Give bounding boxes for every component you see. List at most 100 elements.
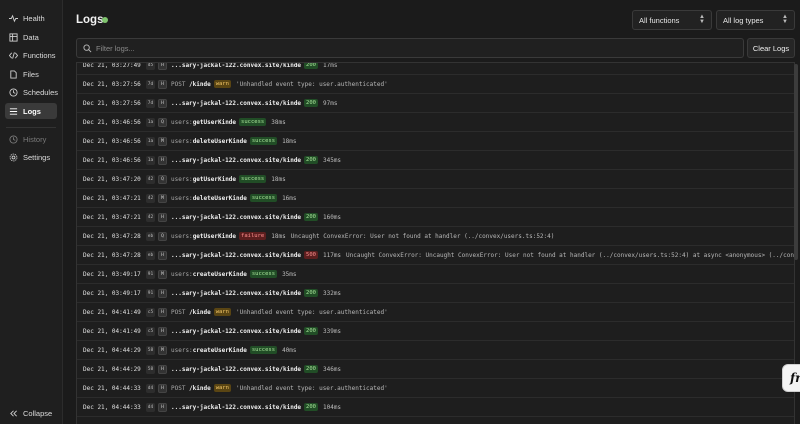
log-row[interactable]: Dec 21, 03:49:17 91 H ...sary-jackal-122.co… (77, 284, 794, 303)
filter-logs-input[interactable] (96, 41, 736, 55)
log-function: ...sary-jackal-122.convex.site/kinde (171, 214, 301, 221)
request-id-badge: c5 (146, 326, 155, 336)
function-type-badge: H (158, 79, 167, 89)
log-status-badge: 200 (304, 213, 318, 221)
log-row[interactable]: Dec 21, 03:49:17 91 Musers:createUserKinde… (77, 265, 794, 284)
log-row[interactable]: Dec 21, 03:47:28 eb H ...sary-jackal-122.co… (77, 246, 794, 265)
log-function: ...sary-jackal-122.convex.site/kinde (171, 290, 301, 297)
sidebar-item-label: Logs (23, 106, 41, 116)
log-function-name: ...sary-jackal-122.convex.site/kinde (171, 327, 302, 335)
log-duration: 345ms (322, 156, 342, 164)
log-message: 'Unhandled event type: user.authenticate… (236, 80, 388, 88)
log-function-name: getUserKinde (192, 232, 237, 240)
log-function-name: deleteUserKinde (192, 194, 247, 202)
log-status-badge: success (249, 137, 278, 145)
log-function: users:createUserKinde (171, 347, 247, 354)
log-row[interactable]: Dec 21, 04:44:29 58 H ...sary-jackal-122.co… (77, 360, 794, 379)
log-status-badge: 200 (304, 289, 318, 297)
log-function: ...sary-jackal-122.convex.site/kinde (171, 62, 302, 69)
sidebar-item-label: Settings (23, 152, 51, 162)
request-id-badge: c5 (146, 307, 155, 317)
log-row[interactable]: Dec 21, 03:47:21 42 H ...sary-jackal-122.co… (77, 208, 794, 227)
sidebar-item-files[interactable]: Files (5, 66, 57, 82)
log-row[interactable]: Dec 21, 03:47:20 42 Qusers:getUserKinde suc… (77, 170, 794, 189)
log-row[interactable]: Dec 21, 03:27:56 7d H ...sary-jackal-122.co… (77, 94, 794, 113)
request-id-badge: 1a (146, 136, 155, 146)
log-duration: 16ms (282, 194, 297, 202)
log-timestamp: Dec 21, 04:41:49 (83, 327, 141, 335)
chevron-up-down-icon: ▲ ▼ (699, 14, 705, 25)
log-row[interactable]: Dec 21, 03:27:56 7d H POST /kinde warn 'Unhan… (77, 75, 794, 94)
log-row[interactable]: Dec 21, 04:44:33 d4 H POST /kinde warn 'Unhan… (77, 379, 794, 398)
log-function-name: createUserKinde (192, 346, 247, 354)
log-row[interactable]: Dec 21, 03:46:56 1a Musers:deleteUserKinde… (77, 132, 794, 151)
log-function-name: ...sary-jackal-122.convex.site/kinde (171, 99, 302, 107)
log-duration: 332ms (322, 289, 342, 297)
log-row[interactable]: Dec 21, 04:41:49 c5 H POST /kinde warn 'Unhan… (77, 303, 794, 322)
function-type-badge: M (158, 193, 167, 203)
sidebar-item-logs[interactable]: Logs (5, 103, 57, 119)
log-function-name: ...sary-jackal-122.convex.site/kinde (171, 62, 302, 69)
log-status-badge: 200 (304, 62, 318, 69)
log-row[interactable]: Dec 21, 04:44:33 d4 H ...sary-jackal-122.co… (77, 398, 794, 417)
log-timestamp: Dec 21, 03:47:21 (83, 194, 141, 202)
log-duration: 40ms (282, 346, 297, 354)
log-function-name: getUserKinde (192, 118, 237, 126)
table-icon (9, 32, 18, 42)
log-duration: 97ms (322, 99, 338, 107)
function-type-badge: H (158, 383, 167, 393)
log-function: users:deleteUserKinde (171, 195, 247, 202)
scrollbar-thumb[interactable] (794, 64, 798, 260)
log-function: POST /kinde (171, 309, 211, 316)
log-function: ...sary-jackal-122.convex.site/kinde (171, 157, 301, 164)
log-status-badge: warn (213, 80, 231, 88)
sidebar-item-label: Schedules (23, 87, 59, 97)
log-function-prefix: users: (171, 346, 193, 354)
floating-widget-button[interactable]: fr (782, 364, 800, 392)
log-row[interactable]: Dec 21, 04:41:49 c5 H ...sary-jackal-122.co… (77, 322, 794, 341)
sidebar-item-label: History (23, 134, 47, 144)
sidebar-item-settings[interactable]: Settings (5, 149, 57, 165)
clear-logs-button[interactable]: Clear Logs (747, 38, 795, 58)
sidebar-item-schedules[interactable]: Schedules (5, 84, 59, 100)
sidebar-item-history[interactable]: History (5, 131, 57, 147)
log-row[interactable]: Dec 21, 03:46:56 1a Qusers:getUserKinde suc… (77, 113, 794, 132)
log-timestamp: Dec 21, 04:44:29 (83, 346, 141, 354)
sidebar-item-label: Health (23, 13, 45, 23)
log-status-badge: success (249, 270, 278, 278)
log-function-prefix: users: (171, 175, 193, 183)
sidebar-item-health[interactable]: Health (5, 10, 57, 26)
log-status-badge: 200 (304, 403, 318, 411)
log-timestamp: Dec 21, 03:49:17 (83, 270, 141, 278)
log-timestamp: Dec 21, 03:46:56 (83, 137, 141, 145)
request-id-badge: eb (146, 231, 155, 241)
sidebar-item-data[interactable]: Data (5, 29, 57, 45)
functions-select[interactable]: All functions ▲ ▼ (632, 10, 712, 30)
log-timestamp: Dec 21, 03:47:21 (83, 213, 141, 221)
log-timestamp: Dec 21, 04:44:33 (83, 403, 141, 411)
collapse-button[interactable]: Collapse (5, 405, 57, 421)
request-id-badge: 58 (146, 345, 155, 355)
log-row[interactable]: Dec 21, 03:47:28 eb Qusers:getUserKinde fai… (77, 227, 794, 246)
log-status-badge: 200 (304, 365, 318, 373)
log-row[interactable]: Dec 21, 03:27:49 d5 H ...sary-jackal-122.co… (77, 62, 794, 75)
sidebar-item-functions[interactable]: Functions (5, 47, 57, 63)
log-function-name: /kinde (189, 80, 211, 88)
log-types-select[interactable]: All log types ▲ ▼ (716, 10, 795, 30)
log-row[interactable]: Dec 21, 03:47:21 42 Musers:deleteUserKinde… (77, 189, 794, 208)
log-function-prefix: POST (171, 384, 190, 392)
log-row[interactable]: Dec 21, 03:46:56 1a H ...sary-jackal-122.co… (77, 151, 794, 170)
log-function-prefix: users: (171, 194, 193, 202)
log-row[interactable]: Dec 21, 04:44:29 58 Musers:createUserKinde… (77, 341, 794, 360)
sidebar-divider (6, 127, 56, 128)
log-duration: 17ms (322, 62, 338, 69)
log-function-prefix: users: (171, 270, 193, 278)
log-duration: 339ms (322, 327, 342, 335)
chevron-up-down-icon: ▲ ▼ (782, 14, 788, 25)
function-type-badge: H (158, 326, 167, 336)
log-timestamp: Dec 21, 03:27:49 (83, 62, 141, 69)
log-status-badge: failure (239, 232, 267, 240)
log-list: Dec 21, 03:27:49 d5 H ...sary-jackal-122.co… (76, 62, 795, 424)
function-type-badge: H (158, 212, 167, 222)
log-function: ...sary-jackal-122.convex.site/kinde (171, 366, 301, 373)
